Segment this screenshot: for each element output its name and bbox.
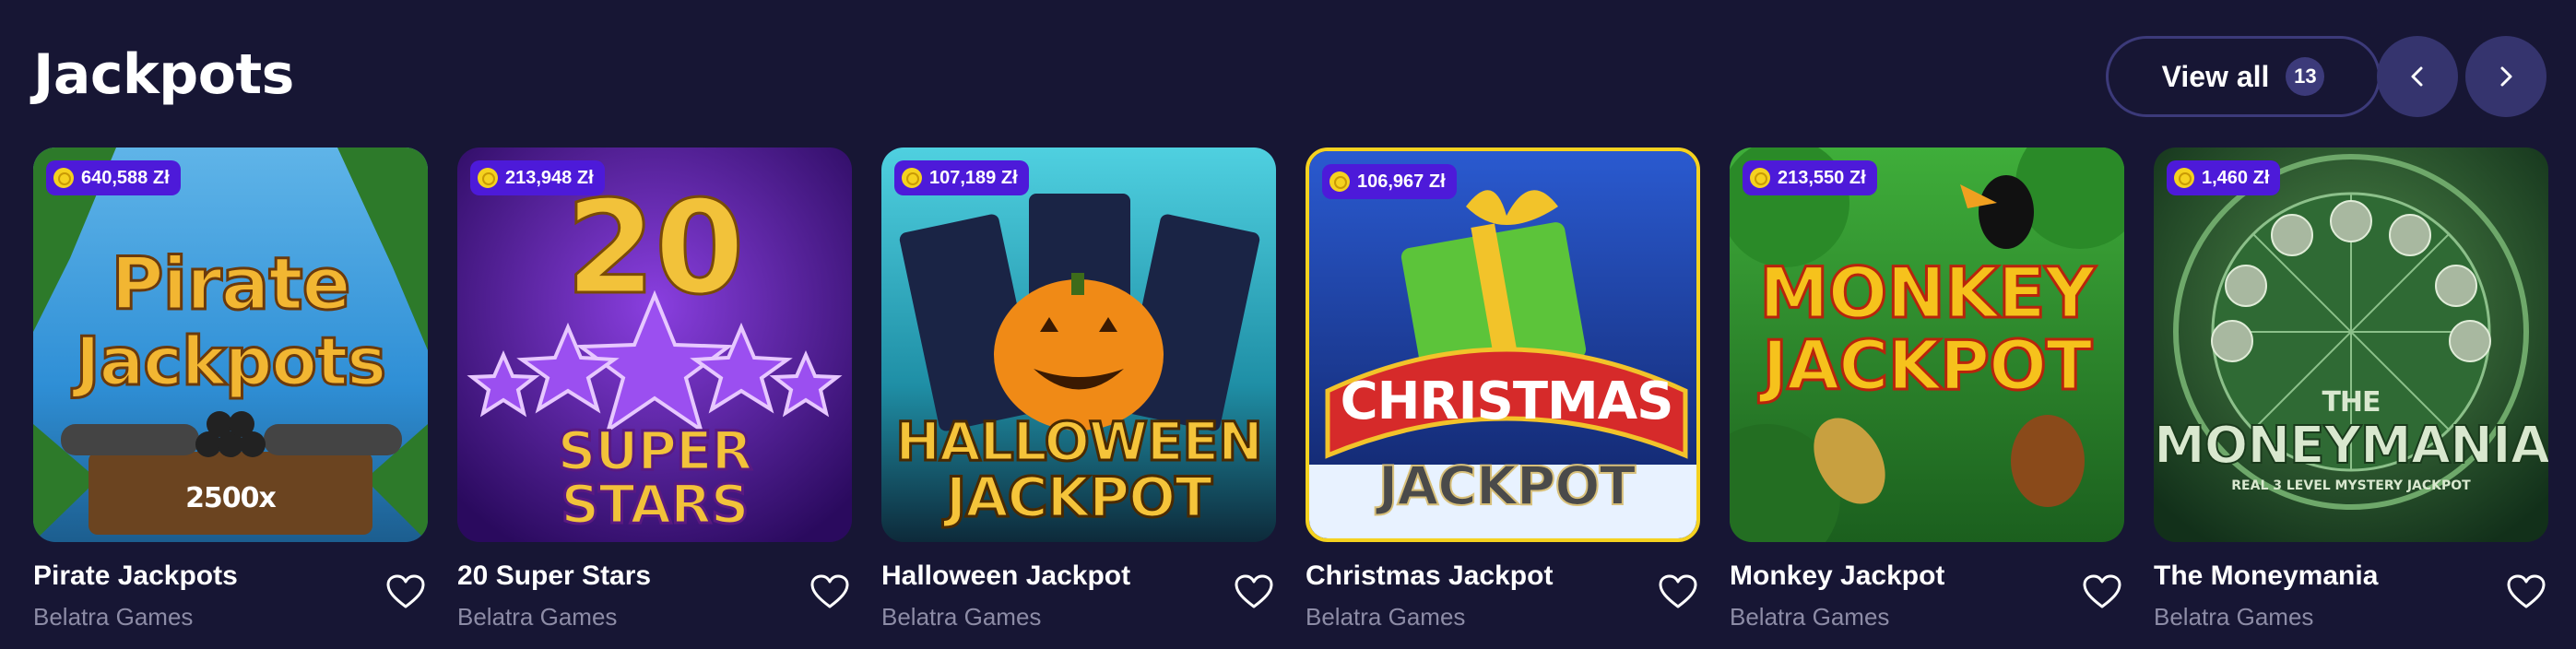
coin-icon: [1750, 168, 1770, 188]
art-title-line2: MONEYMANIA: [2154, 416, 2548, 476]
art-title-line1: CHRISTMAS: [1340, 372, 1674, 431]
game-card[interactable]: CHRISTMAS JACKPOT 106,967 Zł Christmas J…: [1306, 148, 1700, 645]
coin-icon: [1329, 171, 1350, 192]
art-title-line2: SUPER STARS: [556, 419, 754, 536]
jackpot-amount: 213,948 Zł: [505, 167, 594, 188]
game-thumbnail[interactable]: HALLOWEEN JACKPOT 107,189 Zł: [881, 148, 1276, 542]
favorite-button[interactable]: [808, 570, 852, 614]
game-thumbnail[interactable]: Pirate Jackpots 2500x 640,588 Zł: [33, 148, 428, 542]
art-title-line1: Pirate: [110, 243, 352, 326]
game-card[interactable]: THE MONEYMANIA REAL 3 LEVEL MYSTERY JACK…: [2154, 148, 2548, 645]
game-card[interactable]: Pirate Jackpots 2500x 640,588 Zł Pirate …: [33, 148, 428, 645]
view-all-label: View all: [2161, 59, 2270, 93]
game-title[interactable]: Monkey Jackpot: [1730, 560, 1944, 592]
art-title-line1: THE: [2322, 386, 2381, 419]
game-thumbnail[interactable]: THE MONEYMANIA REAL 3 LEVEL MYSTERY JACK…: [2154, 148, 2548, 542]
jackpot-amount: 1,460 Zł: [2202, 167, 2270, 188]
jackpot-badge: 106,967 Zł: [1322, 164, 1457, 199]
game-thumbnail[interactable]: CHRISTMAS JACKPOT 106,967 Zł: [1306, 148, 1700, 542]
favorite-button[interactable]: [2080, 570, 2124, 614]
game-title[interactable]: Pirate Jackpots: [33, 560, 238, 592]
favorite-button[interactable]: [2504, 570, 2548, 614]
favorite-button[interactable]: [384, 570, 428, 614]
game-thumbnail[interactable]: MONKEY JACKPOT 213,550 Zł: [1730, 148, 2124, 542]
favorite-button[interactable]: [1232, 570, 1276, 614]
art-title-line2: JACKPOT: [944, 466, 1213, 530]
game-card[interactable]: HALLOWEEN JACKPOT 107,189 Zł Halloween J…: [881, 148, 1276, 645]
game-provider: Belatra Games: [457, 603, 618, 631]
jackpot-badge: 213,550 Zł: [1743, 160, 1877, 195]
jackpot-badge: 213,948 Zł: [470, 160, 605, 195]
game-provider: Belatra Games: [1306, 603, 1466, 631]
jackpot-badge: 107,189 Zł: [894, 160, 1029, 195]
jackpot-amount: 213,550 Zł: [1778, 167, 1866, 188]
coin-icon: [53, 168, 74, 188]
section-header: Jackpots View all 13: [33, 33, 2548, 125]
view-all-button[interactable]: View all 13: [2106, 36, 2381, 117]
art-title-line1: 20: [564, 173, 746, 324]
art-title-line2: Jackpots: [74, 323, 387, 400]
game-provider: Belatra Games: [881, 603, 1042, 631]
game-title[interactable]: Christmas Jackpot: [1306, 560, 1553, 592]
jackpot-badge: 640,588 Zł: [46, 160, 181, 195]
art-multiplier: 2500x: [185, 482, 277, 514]
game-provider: Belatra Games: [33, 603, 194, 631]
game-card[interactable]: 20 SUPER STARS 213,948 Zł 20 Super Stars…: [457, 148, 852, 645]
coin-icon: [478, 168, 498, 188]
chevron-left-icon: [2411, 66, 2423, 87]
game-title[interactable]: The Moneymania: [2154, 560, 2378, 592]
game-provider: Belatra Games: [1730, 603, 1890, 631]
game-title[interactable]: Halloween Jackpot: [881, 560, 1130, 592]
jackpot-badge: 1,460 Zł: [2167, 160, 2281, 195]
heart-outline-icon: [810, 574, 849, 608]
art-subtitle: REAL 3 LEVEL MYSTERY JACKPOT: [2231, 478, 2471, 493]
heart-outline-icon: [386, 574, 425, 608]
heart-outline-icon: [1235, 574, 1273, 608]
art-title-line2: JACKPOT: [1761, 326, 2094, 406]
heart-outline-icon: [1659, 574, 1697, 608]
view-all-count-badge: 13: [2286, 57, 2325, 96]
jackpot-amount: 640,588 Zł: [81, 167, 170, 188]
jackpot-amount: 107,189 Zł: [929, 167, 1018, 188]
art-title-line1: MONKEY: [1758, 252, 2097, 334]
favorite-button[interactable]: [1656, 570, 1700, 614]
coin-icon: [2174, 168, 2194, 188]
game-card[interactable]: MONKEY JACKPOT 213,550 Zł Monkey Jackpot…: [1730, 148, 2124, 645]
carousel-prev-button[interactable]: [2377, 36, 2458, 117]
game-thumbnail[interactable]: 20 SUPER STARS 213,948 Zł: [457, 148, 852, 542]
game-title[interactable]: 20 Super Stars: [457, 560, 651, 592]
art-title-line2: JACKPOT: [1377, 454, 1637, 517]
carousel-next-button[interactable]: [2465, 36, 2546, 117]
game-provider: Belatra Games: [2154, 603, 2314, 631]
heart-outline-icon: [2507, 574, 2546, 608]
coin-icon: [902, 168, 922, 188]
jackpot-amount: 106,967 Zł: [1357, 171, 1446, 192]
heart-outline-icon: [2083, 574, 2121, 608]
art-title-line1: HALLOWEEN: [894, 410, 1264, 473]
section-title: Jackpots: [33, 42, 294, 107]
chevron-right-icon: [2500, 66, 2512, 87]
